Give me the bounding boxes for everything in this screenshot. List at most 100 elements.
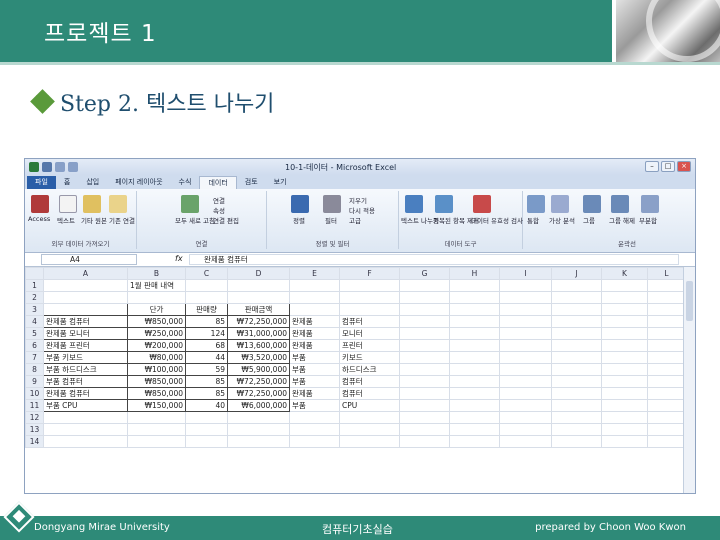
column-header[interactable]: J xyxy=(551,267,602,280)
empty-cell[interactable] xyxy=(601,363,648,376)
filter-button[interactable]: 필터 xyxy=(325,215,337,225)
cell-a[interactable] xyxy=(43,423,128,436)
empty-cell[interactable] xyxy=(449,291,500,304)
cell-a[interactable]: 부품 키보드 xyxy=(43,351,128,364)
empty-cell[interactable] xyxy=(601,279,648,292)
tab-home[interactable]: 홈 xyxy=(56,176,78,189)
sort-icon[interactable] xyxy=(291,195,309,213)
empty-cell[interactable] xyxy=(449,279,500,292)
cell-f[interactable]: 컴퓨터 xyxy=(339,315,400,328)
tab-page-layout[interactable]: 페이지 레이아웃 xyxy=(107,176,170,189)
row-header[interactable]: 11 xyxy=(25,399,44,412)
empty-cell[interactable] xyxy=(601,303,648,316)
row-header[interactable]: 8 xyxy=(25,363,44,376)
cell-d[interactable]: ₩72,250,000 xyxy=(227,387,290,400)
tab-data[interactable]: 데이터 xyxy=(199,176,237,189)
advanced-item[interactable]: 고급 xyxy=(349,215,361,225)
cell-c[interactable] xyxy=(185,279,228,292)
empty-cell[interactable] xyxy=(449,435,500,448)
ungroup-button[interactable]: 그룹 해제 xyxy=(609,215,635,225)
empty-cell[interactable] xyxy=(499,423,552,436)
connections-item[interactable]: 연결 xyxy=(213,195,225,205)
empty-cell[interactable] xyxy=(601,387,648,400)
ungroup-icon[interactable] xyxy=(611,195,629,213)
column-header[interactable]: C xyxy=(185,267,228,280)
data-validation-icon[interactable] xyxy=(473,195,491,213)
cell-a[interactable] xyxy=(43,279,128,292)
empty-cell[interactable] xyxy=(499,279,552,292)
cell-f[interactable] xyxy=(339,291,400,304)
tab-insert[interactable]: 삽입 xyxy=(78,176,107,189)
row-header[interactable]: 3 xyxy=(25,303,44,316)
empty-cell[interactable] xyxy=(449,411,500,424)
empty-cell[interactable] xyxy=(399,303,450,316)
cell-c[interactable]: 40 xyxy=(185,399,228,412)
empty-cell[interactable] xyxy=(399,327,450,340)
minimize-icon[interactable]: – xyxy=(645,161,659,172)
empty-cell[interactable] xyxy=(551,279,602,292)
cell-a[interactable]: 부품 하드디스크 xyxy=(43,363,128,376)
fx-icon[interactable]: fx xyxy=(175,254,183,263)
cell-f[interactable] xyxy=(339,435,400,448)
empty-cell[interactable] xyxy=(399,315,450,328)
cell-e[interactable] xyxy=(289,291,340,304)
cell-b[interactable]: ₩100,000 xyxy=(127,363,186,376)
cell-d[interactable]: ₩6,000,000 xyxy=(227,399,290,412)
access-icon[interactable] xyxy=(31,195,49,213)
empty-cell[interactable] xyxy=(449,375,500,388)
cell-b[interactable]: ₩80,000 xyxy=(127,351,186,364)
empty-cell[interactable] xyxy=(647,339,686,352)
empty-cell[interactable] xyxy=(647,387,686,400)
cell-e[interactable]: 완제품 xyxy=(289,339,340,352)
row-header[interactable]: 14 xyxy=(25,435,44,448)
empty-cell[interactable] xyxy=(551,399,602,412)
cell-a[interactable]: 완제품 모니터 xyxy=(43,327,128,340)
text-button[interactable]: 텍스트 xyxy=(57,215,75,225)
column-header[interactable]: K xyxy=(601,267,648,280)
empty-cell[interactable] xyxy=(399,375,450,388)
column-header[interactable]: H xyxy=(449,267,500,280)
cell-a[interactable]: 부품 컴퓨터 xyxy=(43,375,128,388)
empty-cell[interactable] xyxy=(449,351,500,364)
empty-cell[interactable] xyxy=(601,435,648,448)
cell-c[interactable]: 124 xyxy=(185,327,228,340)
empty-cell[interactable] xyxy=(647,279,686,292)
cell-c[interactable] xyxy=(185,291,228,304)
cell-b[interactable]: ₩150,000 xyxy=(127,399,186,412)
empty-cell[interactable] xyxy=(647,375,686,388)
empty-cell[interactable] xyxy=(551,423,602,436)
cell-b[interactable]: 단가 xyxy=(127,303,186,316)
empty-cell[interactable] xyxy=(551,435,602,448)
empty-cell[interactable] xyxy=(399,423,450,436)
worksheet-grid[interactable]: A B C D E F G H I J K L 1 1월 판매 내역 2 3 단가 판매량 xyxy=(25,267,695,493)
sort-button[interactable]: 정렬 xyxy=(293,215,305,225)
empty-cell[interactable] xyxy=(647,315,686,328)
empty-cell[interactable] xyxy=(551,375,602,388)
cell-b[interactable] xyxy=(127,435,186,448)
cell-d[interactable]: ₩72,250,000 xyxy=(227,315,290,328)
text-file-icon[interactable] xyxy=(59,195,77,213)
cell-e[interactable] xyxy=(289,423,340,436)
other-sources-icon[interactable] xyxy=(83,195,101,213)
cell-d[interactable]: ₩31,000,000 xyxy=(227,327,290,340)
empty-cell[interactable] xyxy=(449,363,500,376)
column-header[interactable]: G xyxy=(399,267,450,280)
empty-cell[interactable] xyxy=(399,435,450,448)
empty-cell[interactable] xyxy=(399,339,450,352)
cell-a[interactable] xyxy=(43,411,128,424)
row-header[interactable]: 1 xyxy=(25,279,44,292)
empty-cell[interactable] xyxy=(399,411,450,424)
empty-cell[interactable] xyxy=(647,351,686,364)
empty-cell[interactable] xyxy=(647,327,686,340)
cell-c[interactable]: 59 xyxy=(185,363,228,376)
column-header[interactable]: E xyxy=(289,267,340,280)
column-header[interactable]: I xyxy=(499,267,552,280)
empty-cell[interactable] xyxy=(399,291,450,304)
cell-e[interactable] xyxy=(289,435,340,448)
row-header[interactable]: 12 xyxy=(25,411,44,424)
cell-e[interactable]: 부품 xyxy=(289,363,340,376)
consolidate-button[interactable]: 통합 xyxy=(527,215,539,225)
empty-cell[interactable] xyxy=(449,399,500,412)
subtotal-icon[interactable] xyxy=(641,195,659,213)
empty-cell[interactable] xyxy=(499,303,552,316)
